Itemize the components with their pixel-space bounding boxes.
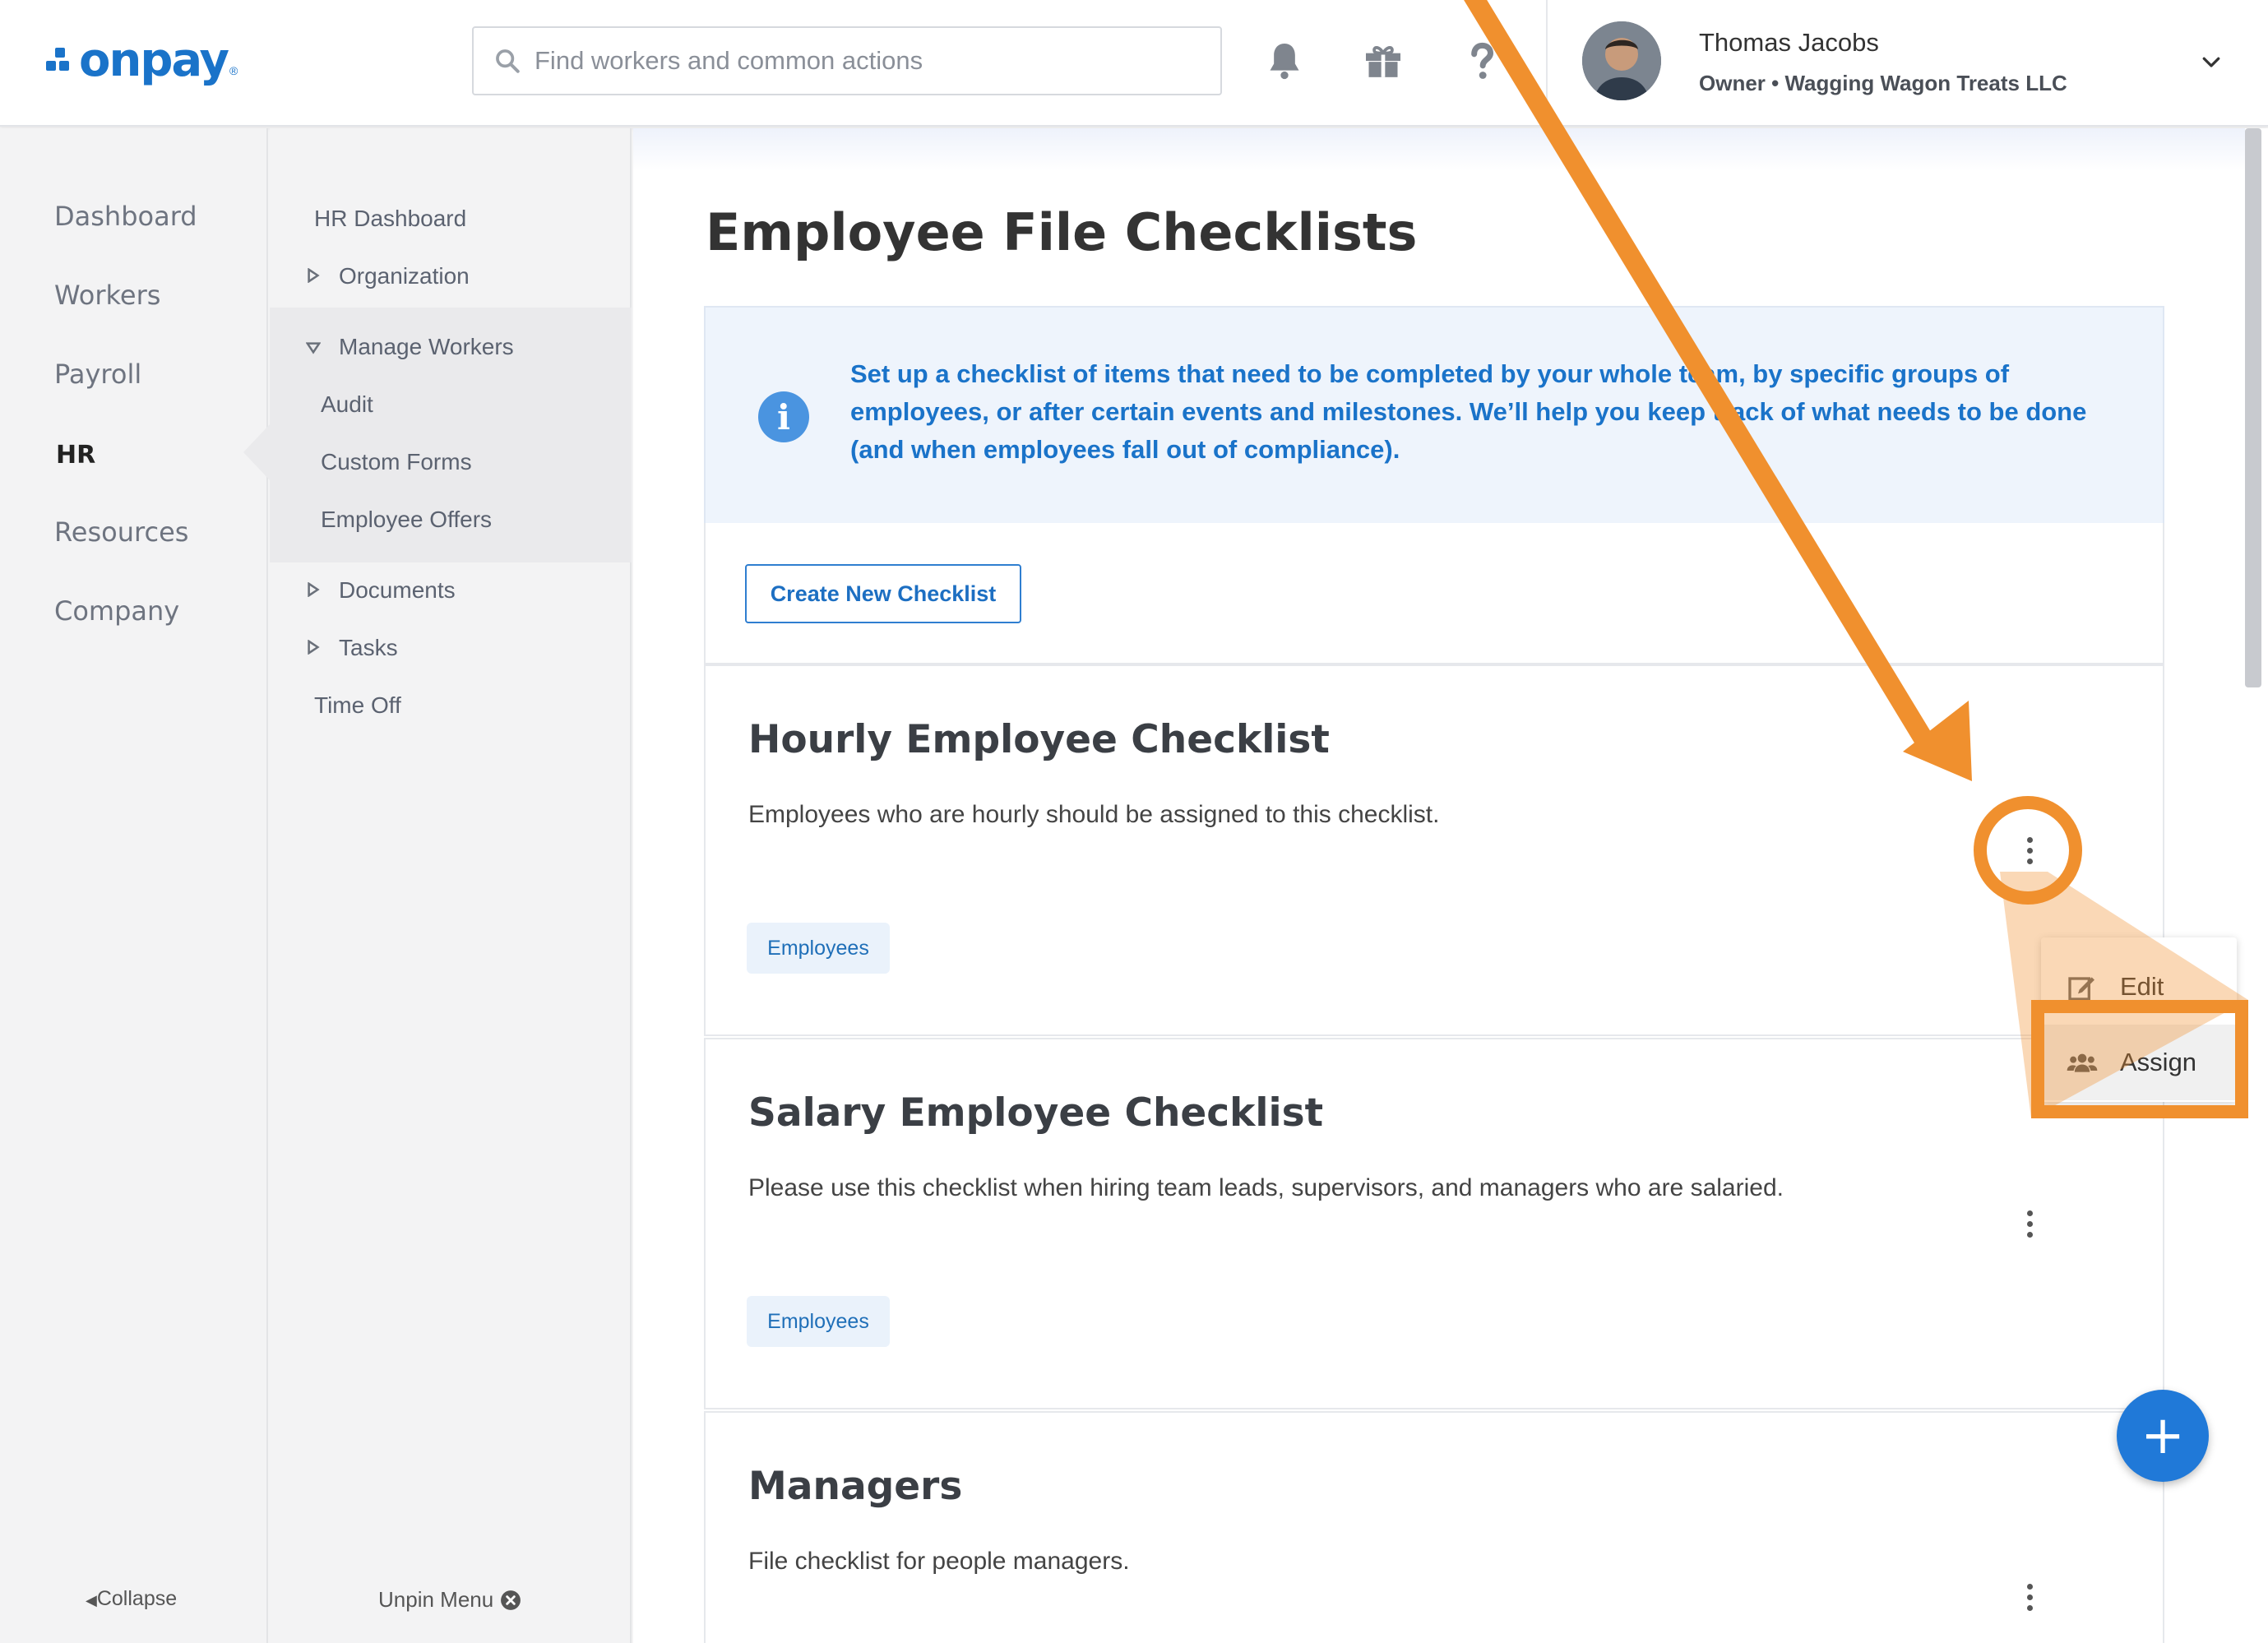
caret-right-icon[interactable] [306,582,321,597]
logo-registered: ® [229,64,238,77]
add-fab-button[interactable]: + [2117,1390,2209,1482]
main-top-band [633,128,2245,171]
checklist-tag: Employees [747,1296,890,1347]
unpin-menu-button[interactable]: Unpin Menu [378,1587,521,1613]
avatar[interactable] [1582,21,1661,100]
edit-icon [2068,977,2094,1001]
info-icon: i [758,391,809,442]
subnav-tasks[interactable]: Tasks [339,635,398,661]
annotation-highlight-box [2031,1000,2248,1118]
page-title: Employee File Checklists [706,202,1418,262]
bell-icon[interactable] [1261,36,1308,86]
gift-icon[interactable] [1360,36,1406,86]
create-new-checklist-button[interactable]: Create New Checklist [745,564,1021,623]
header-divider [1546,0,1548,127]
nav-item-resources[interactable]: Resources [54,516,188,548]
info-text: Set up a checklist of items that need to… [850,359,2087,464]
checklist-description: Employees who are hourly should be assig… [748,801,1440,828]
subnav-custom-forms[interactable]: Custom Forms [321,449,472,475]
nav-item-workers[interactable]: Workers [54,280,160,311]
user-role: Owner • Wagging Wagon Treats LLC [1699,71,2067,95]
checklist-tag: Employees [747,923,890,974]
kebab-menu-icon[interactable] [2013,1572,2046,1622]
kebab-menu-icon[interactable] [2013,826,2046,875]
collapse-label: Collapse [96,1587,178,1610]
search-icon [496,49,520,73]
caret-left-icon: ◀ [86,1592,97,1608]
subnav-employee-offers[interactable]: Employee Offers [321,507,492,533]
checklist-description: Please use this checklist when hiring te… [748,1174,1784,1201]
subnav-documents[interactable]: Documents [339,577,456,604]
kebab-menu-icon[interactable] [2013,1199,2046,1248]
active-nav-pointer [243,423,271,482]
top-header: onpay ® Find workers and common actions … [0,0,2268,127]
menu-edit-label: Edit [2120,972,2164,1001]
chevron-down-icon[interactable] [2199,49,2224,74]
subnav-audit[interactable]: Audit [321,391,373,418]
caret-down-icon[interactable] [306,340,321,355]
logo-mark-icon [46,46,74,74]
checklist-title[interactable]: Hourly Employee Checklist [748,717,1330,762]
checklist-title[interactable]: Managers [748,1464,962,1509]
unpin-menu-label: Unpin Menu [378,1587,494,1612]
checklist-description: File checklist for people managers. [748,1548,1130,1575]
search-input[interactable]: Find workers and common actions [472,26,1222,95]
onpay-logo[interactable]: onpay ® [46,31,238,89]
subnav-time-off[interactable]: Time Off [314,692,401,719]
collapse-button[interactable]: ◀Collapse [86,1587,177,1611]
caret-right-icon[interactable] [306,640,321,655]
checklist-card [704,1411,2164,1643]
help-icon[interactable] [1459,36,1505,86]
nav-item-hr[interactable]: HR [56,441,95,470]
nav-item-company[interactable]: Company [54,595,179,627]
caret-right-icon[interactable] [306,268,321,283]
scrollbar[interactable] [2245,128,2261,687]
nav-item-payroll[interactable]: Payroll [54,359,141,390]
primary-nav [0,128,268,1643]
subnav-manage-workers[interactable]: Manage Workers [339,334,514,360]
nav-item-dashboard[interactable]: Dashboard [54,201,197,232]
user-name[interactable]: Thomas Jacobs [1699,28,1879,58]
avatar-photo-icon [1582,21,1661,100]
subnav-hr-dashboard[interactable]: HR Dashboard [314,206,466,232]
search-placeholder: Find workers and common actions [535,46,923,75]
checklist-title[interactable]: Salary Employee Checklist [748,1090,1323,1136]
subnav-organization[interactable]: Organization [339,263,470,289]
close-circle-icon [501,1590,521,1610]
logo-text: onpay [79,33,229,87]
